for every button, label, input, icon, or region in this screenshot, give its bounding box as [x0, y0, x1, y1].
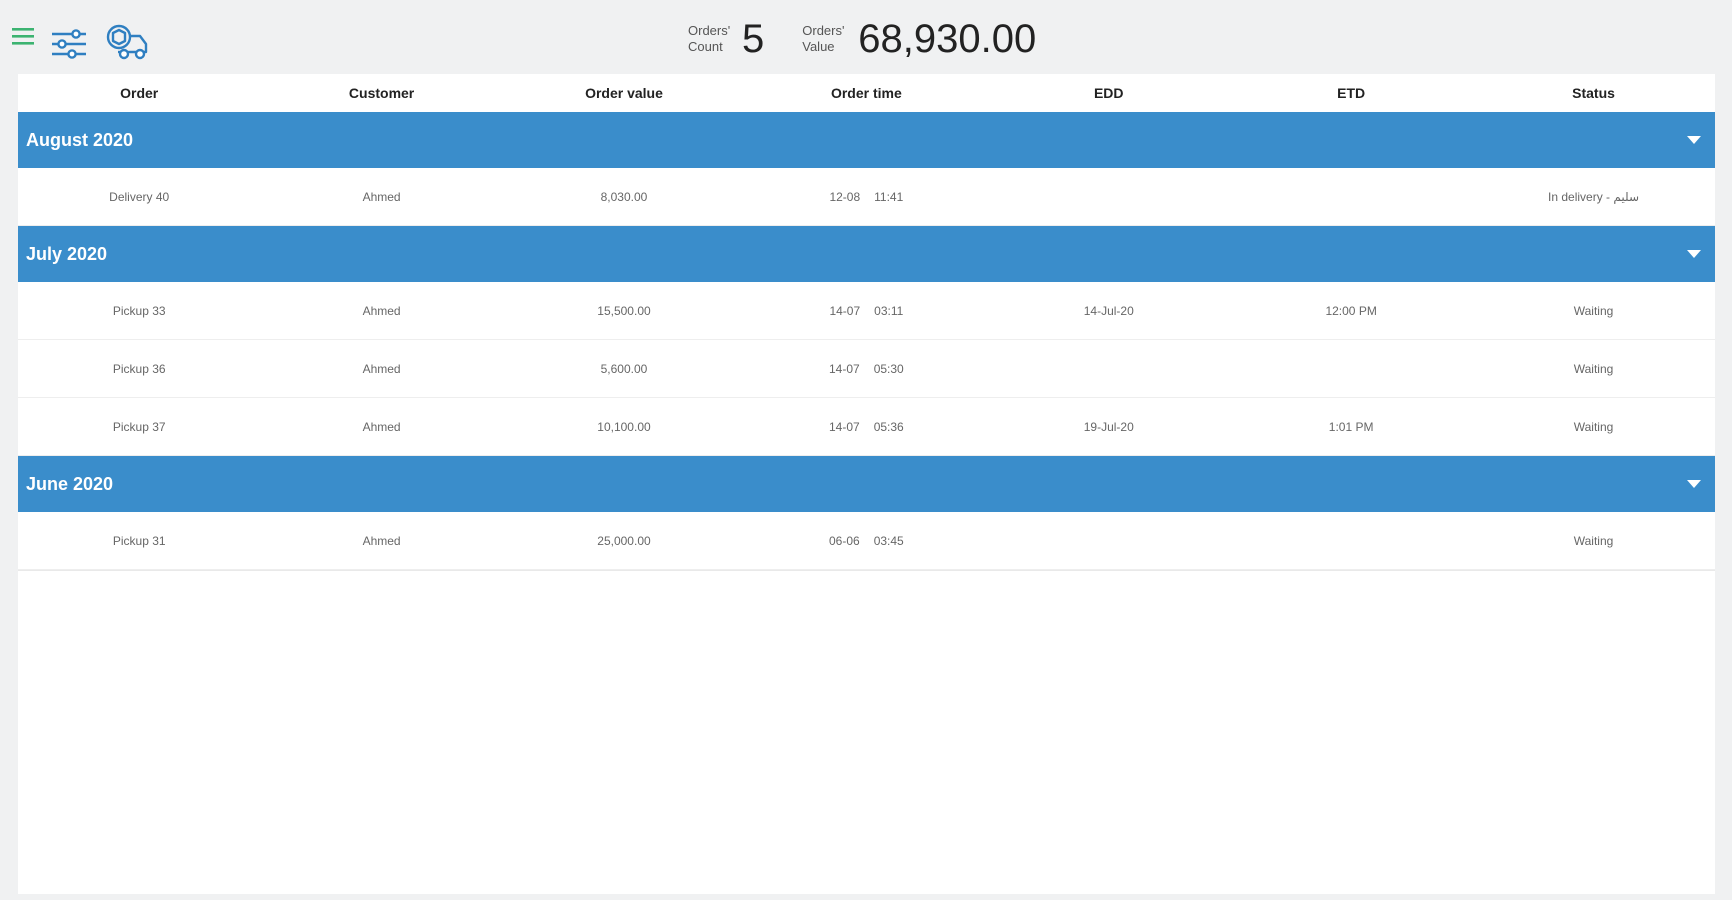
group-title: June 2020	[26, 473, 114, 494]
cell-order-clock: 11:41	[874, 189, 904, 204]
table-row[interactable]: Delivery 40 Ahmed 8,030.00 12-08 11:41 In…	[18, 168, 1715, 226]
cell-customer: Ahmed	[362, 189, 401, 204]
cell-order-value: 15,500.00	[597, 303, 651, 318]
cell-order-value: 10,100.00	[597, 419, 651, 434]
cell-order-date: 06-06	[829, 533, 860, 548]
cell-status: Waiting	[1573, 419, 1614, 434]
cell-order-value: 5,600.00	[600, 361, 648, 376]
cell-order-time: 12-08 11:41	[745, 190, 987, 204]
cell-order-clock: 05:30	[873, 361, 904, 376]
orders-value-total: 68,930.00	[858, 17, 1037, 61]
chevron-down-icon[interactable]	[1687, 136, 1701, 144]
column-header-order-time[interactable]: Order time	[745, 85, 987, 101]
column-header-etd[interactable]: ETD	[1230, 85, 1472, 101]
group-header-august-2020[interactable]: August 2020	[18, 112, 1715, 168]
table-header: Order Customer Order value Order time ED…	[18, 74, 1715, 112]
orders-count-label: Orders' Count	[688, 23, 731, 54]
top-toolbar: Orders' Count 5 Orders' Value 68,930.00	[0, 0, 1732, 72]
cell-edd: 14-Jul-20	[1083, 303, 1134, 318]
table-end-divider	[18, 570, 1715, 571]
group-title: July 2020	[26, 243, 108, 264]
orders-table: Order Customer Order value Order time ED…	[18, 74, 1715, 894]
table-row[interactable]: Pickup 37 Ahmed 10,100.00 14-07 05:36 19-…	[18, 398, 1715, 456]
cell-order: Delivery 40	[109, 189, 170, 204]
order-stats: Orders' Count 5 Orders' Value 68,930.00	[688, 14, 1036, 64]
cell-status: In delivery - سليم	[1548, 189, 1640, 204]
cell-edd: 19-Jul-20	[1083, 419, 1134, 434]
cell-order-clock: 03:45	[873, 533, 904, 548]
cell-customer: Ahmed	[362, 533, 401, 548]
table-row[interactable]: Pickup 36 Ahmed 5,600.00 14-07 05:30 Wait…	[18, 340, 1715, 398]
cell-status: Waiting	[1573, 533, 1614, 548]
orders-value-label: Orders' Value	[802, 23, 845, 54]
cell-order-time: 14-07 05:36	[745, 420, 987, 434]
hamburger-menu-icon[interactable]	[12, 26, 34, 46]
cell-order: Pickup 31	[112, 533, 166, 548]
cell-order: Pickup 37	[112, 419, 166, 434]
cell-order-date: 14-07	[829, 303, 861, 318]
cell-etd: 12:00 PM	[1325, 303, 1377, 318]
column-header-status[interactable]: Status	[1472, 85, 1714, 101]
cell-customer: Ahmed	[362, 361, 401, 376]
cell-order-clock: 03:11	[874, 303, 904, 318]
orders-count-value: 5	[742, 17, 765, 61]
cell-order: Pickup 36	[112, 361, 166, 376]
column-header-customer[interactable]: Customer	[260, 85, 502, 101]
cell-status: Waiting	[1573, 361, 1614, 376]
cell-order-date: 14-07	[829, 419, 860, 434]
group-header-july-2020[interactable]: July 2020	[18, 226, 1715, 282]
cell-order-clock: 05:36	[873, 419, 904, 434]
cell-etd: 1:01 PM	[1328, 419, 1374, 434]
column-header-edd[interactable]: EDD	[988, 85, 1230, 101]
column-header-order-value[interactable]: Order value	[503, 85, 745, 101]
column-header-order[interactable]: Order	[18, 85, 260, 101]
cell-customer: Ahmed	[362, 303, 401, 318]
cell-order-time: 06-06 03:45	[745, 534, 987, 548]
table-row[interactable]: Pickup 31 Ahmed 25,000.00 06-06 03:45 Wai…	[18, 512, 1715, 570]
cell-order-time: 14-07 03:11	[745, 304, 987, 318]
cell-order-date: 12-08	[829, 189, 861, 204]
cell-order-date: 14-07	[829, 361, 860, 376]
group-title: August 2020	[26, 129, 134, 150]
filter-sliders-icon[interactable]	[50, 28, 88, 60]
group-header-june-2020[interactable]: June 2020	[18, 456, 1715, 512]
cell-order-value: 8,030.00	[600, 189, 648, 204]
cell-order-value: 25,000.00	[597, 533, 651, 548]
delivery-truck-icon[interactable]	[104, 22, 150, 62]
cell-order: Pickup 33	[112, 303, 166, 318]
cell-status: Waiting	[1573, 303, 1614, 318]
chevron-down-icon[interactable]	[1687, 250, 1701, 258]
cell-customer: Ahmed	[362, 419, 401, 434]
chevron-down-icon[interactable]	[1687, 480, 1701, 488]
table-row[interactable]: Pickup 33 Ahmed 15,500.00 14-07 03:11 14-…	[18, 282, 1715, 340]
cell-order-time: 14-07 05:30	[745, 362, 987, 376]
